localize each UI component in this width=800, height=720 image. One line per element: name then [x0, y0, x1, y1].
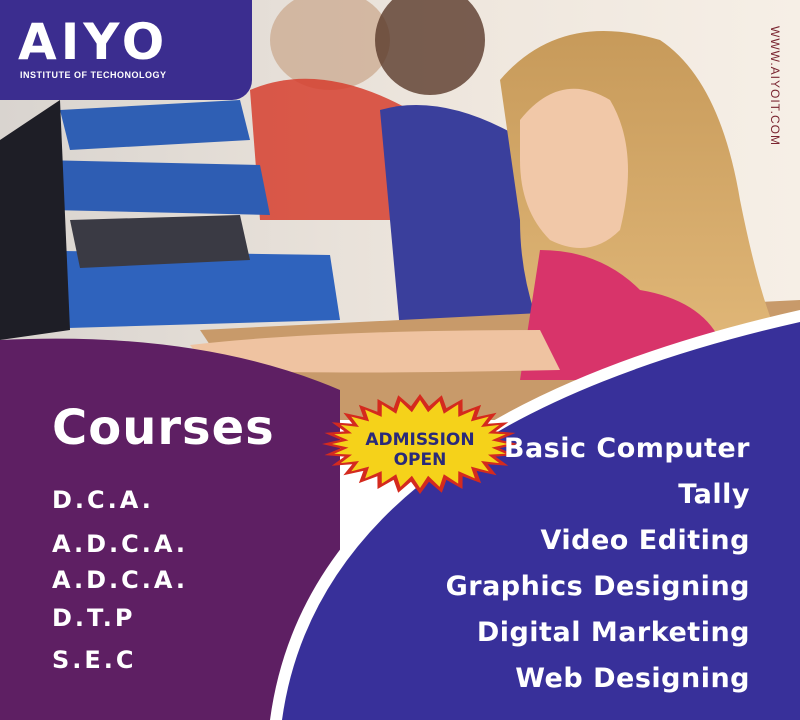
left-course-item: A.D.C.A.	[52, 566, 189, 594]
brand-tagline: INSTITUTE OF TECHONOLOGY	[20, 70, 167, 80]
right-course-item: Digital Marketing	[476, 617, 750, 648]
badge-text-admission: ADMISSION	[365, 430, 475, 450]
logo-box: AIYO INSTITUTE OF TECHONOLOGY	[0, 0, 252, 100]
courses-title: Courses	[52, 400, 275, 456]
badge-text-open: OPEN	[393, 450, 447, 470]
right-panel	[282, 322, 800, 720]
brand-logo: AIYO	[18, 13, 169, 71]
left-course-item: A.D.C.A.	[52, 530, 189, 558]
right-course-item: Web Designing	[515, 663, 750, 694]
left-course-item: S.E.C	[52, 646, 137, 674]
right-course-item: Basic Computer	[503, 433, 750, 464]
right-course-item: Tally	[678, 479, 750, 510]
left-course-item: D.C.A.	[52, 486, 154, 514]
right-course-item: Graphics Designing	[445, 571, 750, 602]
flyer: AIYO INSTITUTE OF TECHONOLOGY WWW.AIYOIT…	[0, 0, 800, 720]
right-course-item: Video Editing	[540, 525, 750, 556]
left-course-item: D.T.P	[52, 604, 136, 632]
website-url: WWW.AIYOIT.COM	[768, 26, 782, 146]
